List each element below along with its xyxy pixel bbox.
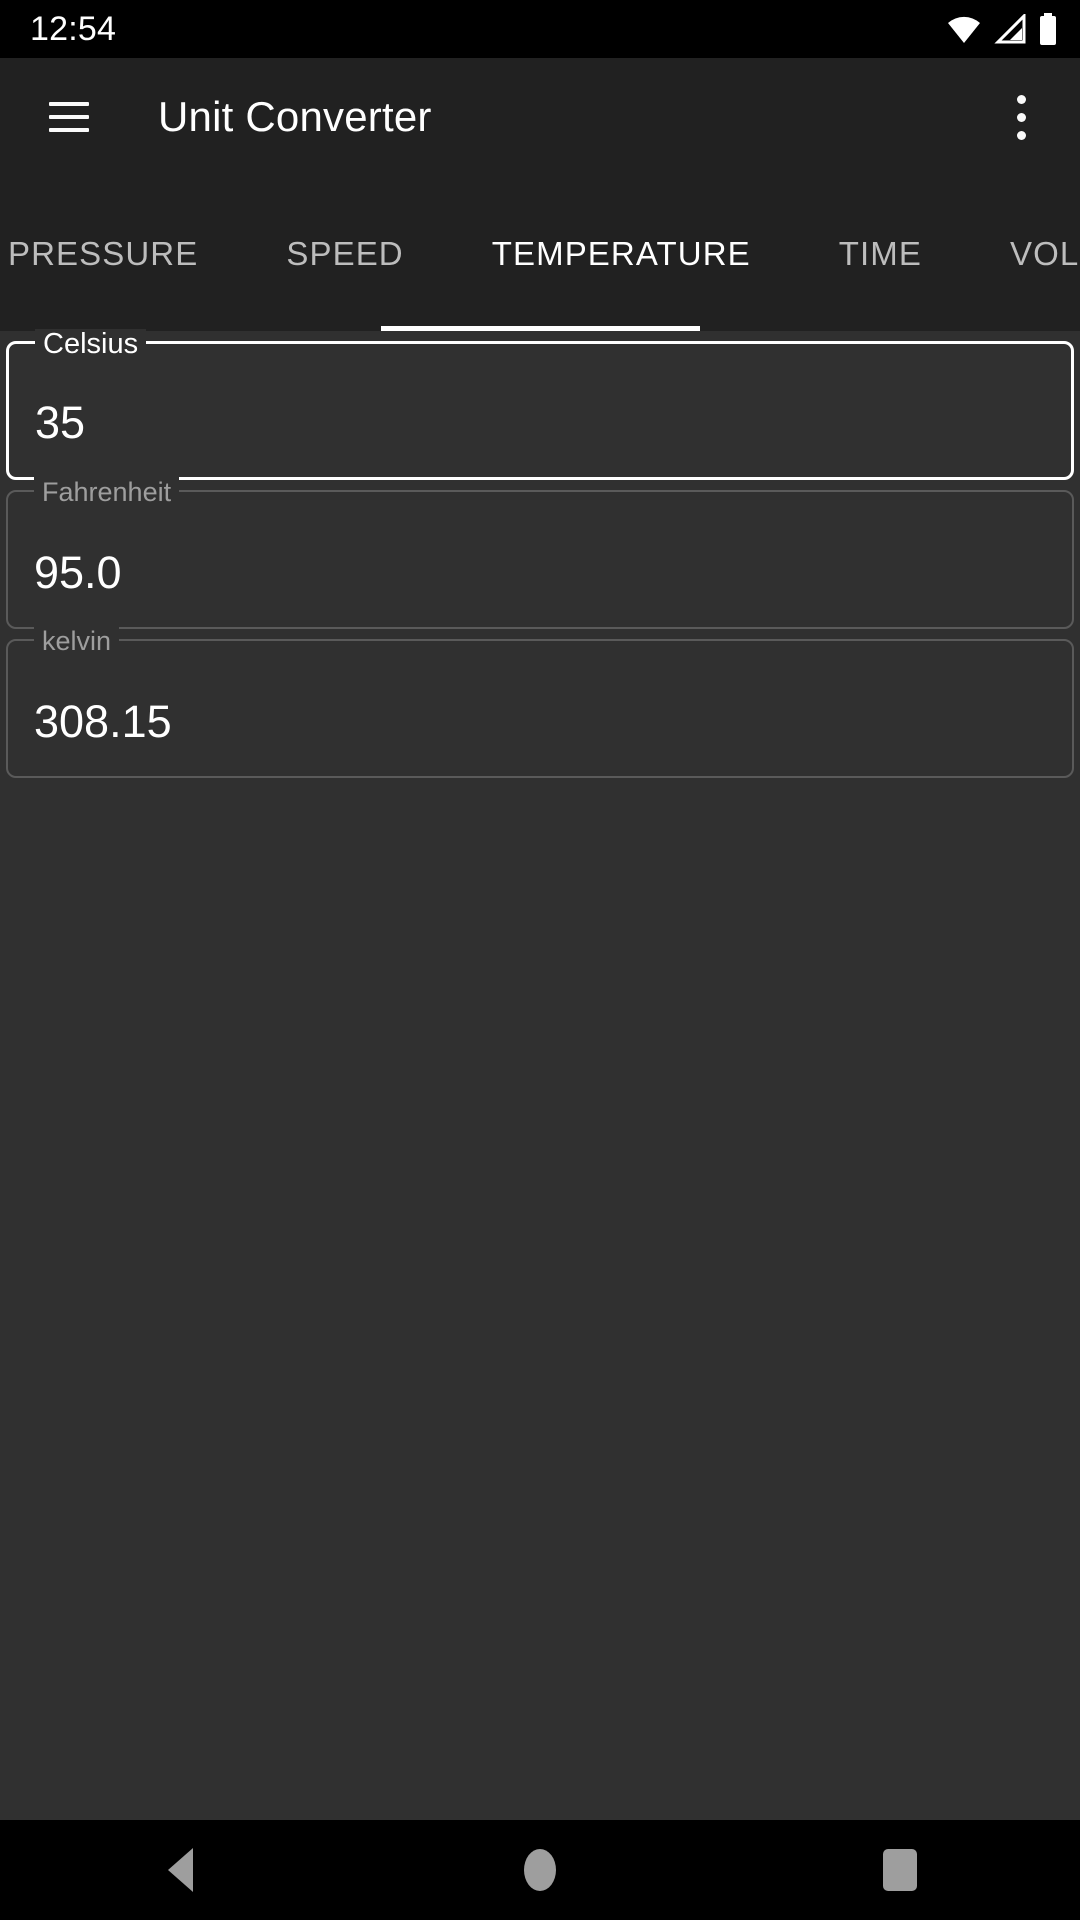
home-nav-icon (524, 1849, 556, 1891)
hamburger-menu-button[interactable] (36, 84, 102, 150)
tab-speed[interactable]: SPEED (242, 176, 447, 331)
tab-volume[interactable]: VOLUME (966, 176, 1080, 331)
app-bar: Unit Converter (0, 58, 1080, 176)
tab-time[interactable]: TIME (795, 176, 966, 331)
status-bar-icons (946, 13, 1058, 45)
recents-nav-button[interactable] (810, 1820, 990, 1920)
wifi-icon (946, 14, 982, 44)
kelvin-field-label: kelvin (34, 626, 120, 656)
tab-temperature[interactable]: TEMPERATURE (448, 176, 795, 331)
hamburger-menu-icon (49, 102, 89, 132)
back-nav-icon (167, 1848, 193, 1892)
page-title: Unit Converter (158, 93, 432, 140)
tab-pressure[interactable]: PRESSURE (0, 176, 242, 331)
celsius-field-label: Celsius (35, 329, 147, 359)
cell-signal-icon (994, 14, 1026, 44)
overflow-menu-button[interactable] (988, 84, 1054, 150)
celsius-field[interactable]: Celsius 35 (6, 329, 1074, 480)
home-nav-button[interactable] (450, 1820, 630, 1920)
converter-content: Celsius 35 Fahrenheit 95.0 kelvin 308.15 (0, 329, 1080, 1820)
battery-icon (1038, 13, 1058, 45)
tab-strip: PRESSURE SPEED TEMPERATURE TIME VOLUME (0, 176, 1080, 331)
fahrenheit-field-value[interactable]: 95.0 (34, 547, 122, 599)
fahrenheit-field-label: Fahrenheit (34, 477, 180, 507)
phone-screen: 12:54 Unit Converter PRESSURE SPEED TEMP… (0, 0, 1080, 1920)
android-navigation-bar (0, 1820, 1080, 1920)
fahrenheit-field[interactable]: Fahrenheit 95.0 (6, 477, 1074, 629)
more-vert-icon (1016, 94, 1026, 140)
kelvin-field-value[interactable]: 308.15 (34, 696, 172, 748)
back-nav-button[interactable] (90, 1820, 270, 1920)
status-bar: 12:54 (0, 0, 1080, 58)
celsius-field-value[interactable]: 35 (35, 397, 85, 449)
recents-nav-icon (883, 1849, 917, 1891)
tab-bar[interactable]: PRESSURE SPEED TEMPERATURE TIME VOLUME (0, 176, 1080, 331)
kelvin-field[interactable]: kelvin 308.15 (6, 626, 1074, 778)
status-bar-clock: 12:54 (30, 10, 117, 48)
